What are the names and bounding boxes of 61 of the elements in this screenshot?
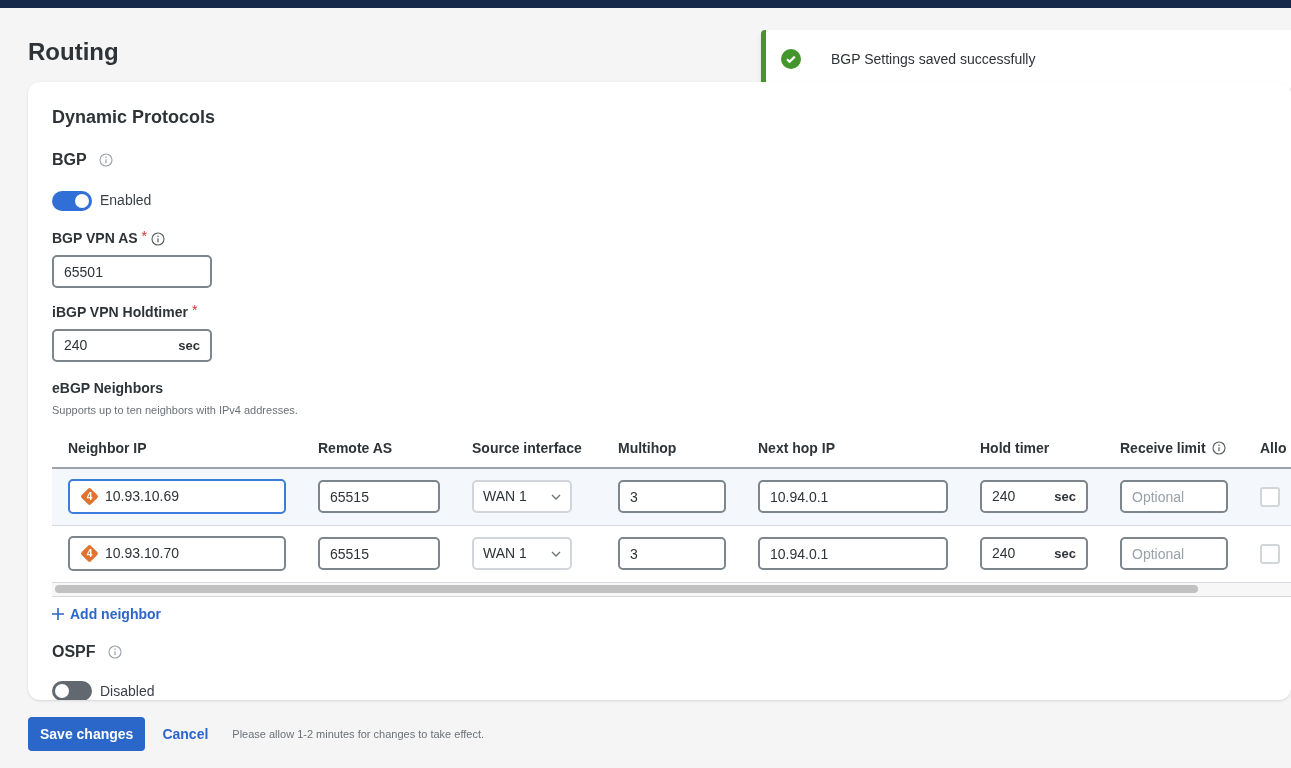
table-row[interactable]: 4 10.93.10.70 65515 WAN 1 3 10.94.0.1 240 sec Optional [52, 525, 1291, 583]
hint-text: Please allow 1-2 minutes for changes to take effect. [232, 726, 485, 742]
plus-icon [52, 608, 64, 620]
input-field[interactable]: 10.94.0.1 [758, 537, 948, 570]
checkbox[interactable] [1260, 543, 1280, 564]
add-neighbor-button[interactable]: Add neighbor [52, 603, 161, 625]
required-mark: * [191, 301, 198, 320]
check-circle-icon [781, 49, 801, 69]
section-title: Dynamic Protocols [52, 106, 217, 129]
scrollbar-thumb[interactable] [55, 585, 1198, 593]
unit-label: sec [1054, 487, 1076, 506]
checkbox[interactable] [1260, 486, 1280, 507]
page-title: Routing [28, 37, 119, 67]
input-field[interactable]: 3 [618, 537, 726, 570]
column-header: Next hop IP [758, 438, 835, 458]
interface-dropdown[interactable]: WAN 1 [472, 537, 572, 570]
column-header: Multihop [618, 438, 677, 458]
protocol-title: OSPF [52, 641, 96, 662]
table-row[interactable]: 4 10.93.10.69 65515 WAN 1 3 10.94.0.1 240 sec Optional [52, 468, 1291, 526]
input-field[interactable]: Optional [1120, 537, 1228, 570]
ip-field[interactable]: 4 10.93.10.69 [68, 479, 286, 514]
chevron-down-icon [551, 493, 561, 500]
protocol-title: BGP [52, 150, 87, 170]
input-field[interactable]: 3 [618, 480, 726, 513]
column-header: Neighbor IP [68, 438, 147, 458]
field-label: BGP VPN AS [52, 229, 138, 248]
column-header: Receive limit [1120, 438, 1206, 458]
column-header: Source interface [472, 438, 582, 458]
interface-dropdown[interactable]: WAN 1 [472, 480, 572, 513]
subsection-title: eBGP Neighbors [52, 379, 164, 398]
unit-label: sec [178, 336, 200, 355]
ip-field[interactable]: 4 10.93.10.70 [68, 536, 286, 571]
toggle-label: Enabled [100, 191, 152, 210]
timer-field[interactable]: 240 sec [52, 329, 212, 362]
input-field[interactable]: 65501 [52, 255, 212, 288]
unit-label: sec [1054, 544, 1076, 563]
timer-field[interactable]: 240 sec [980, 480, 1088, 513]
input-field[interactable]: 65515 [318, 537, 440, 570]
timer-field[interactable]: 240 sec [980, 537, 1088, 570]
info-icon[interactable] [151, 231, 166, 246]
info-icon[interactable] [1211, 441, 1226, 455]
chevron-down-icon [551, 550, 561, 557]
column-header: Remote AS [318, 438, 393, 458]
ipv4-badge: 4 [80, 487, 99, 506]
input-field[interactable]: Optional [1120, 480, 1228, 513]
column-header: Hold timer [980, 438, 1050, 458]
toast-message: BGP Settings saved successfully [831, 49, 1036, 69]
info-icon[interactable] [98, 153, 113, 167]
cancel-button[interactable]: Cancel [162, 723, 209, 745]
toggle-label: Disabled [100, 681, 155, 700]
ipv4-badge: 4 [80, 544, 99, 563]
required-mark: * [141, 227, 148, 246]
save-button[interactable]: Save changes [28, 717, 146, 751]
info-icon[interactable] [107, 644, 122, 659]
column-header: Allo [1260, 438, 1287, 458]
input-field[interactable]: 65515 [318, 480, 440, 513]
toggle-switch[interactable] [52, 681, 92, 700]
toggle-switch[interactable] [52, 190, 92, 211]
description-text: Supports up to ten neighbors with IPv4 addresses. [52, 403, 299, 418]
field-label: iBGP VPN Holdtimer [52, 303, 188, 322]
input-field[interactable]: 10.94.0.1 [758, 480, 948, 513]
